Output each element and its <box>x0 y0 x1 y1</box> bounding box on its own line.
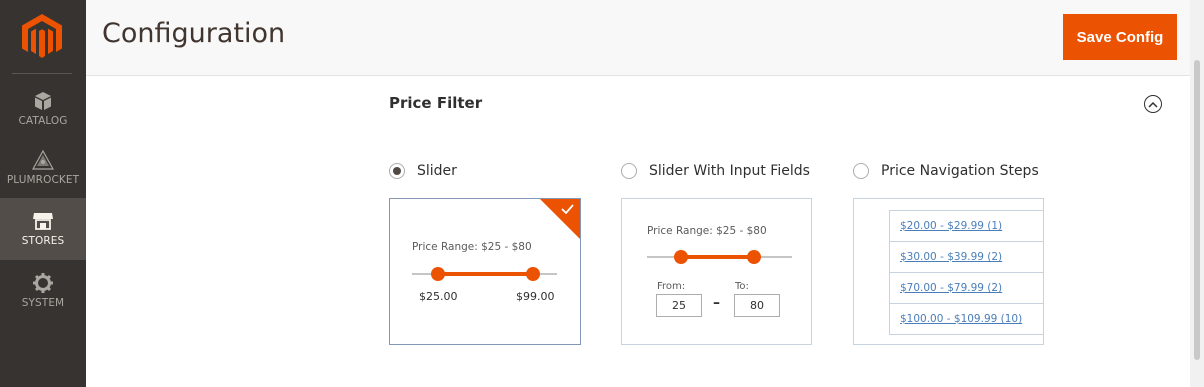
option-slider-with-input-fields[interactable]: Slider With Input Fields <box>621 163 810 179</box>
slider-max-handle <box>747 250 761 264</box>
radio-button[interactable] <box>389 163 405 179</box>
sidebar-item-plumrocket[interactable]: PLUMROCKET <box>0 137 86 199</box>
option-price-navigation-steps[interactable]: Price Navigation Steps <box>853 163 1039 179</box>
selected-corner-badge <box>540 199 580 239</box>
plumrocket-icon <box>32 149 54 170</box>
option-slider[interactable]: Slider <box>389 163 457 179</box>
price-steps-list: $20.00 - $29.99 (1) $30.00 - $39.99 (2) … <box>889 210 1043 335</box>
sidebar-item-catalog[interactable]: CATALOG <box>0 78 86 140</box>
slider-range <box>681 255 754 259</box>
to-label: To: <box>735 281 749 292</box>
radio-button[interactable] <box>621 163 637 179</box>
section-title: Price Filter <box>389 94 483 112</box>
price-step-link: $100.00 - $109.99 (10) <box>900 313 1023 325</box>
chevron-up-icon <box>1148 101 1158 108</box>
sidebar-item-label: CATALOG <box>18 115 68 127</box>
option-label: Price Navigation Steps <box>881 163 1039 179</box>
sidebar-item-stores[interactable]: STORES <box>0 198 86 260</box>
sidebar-divider <box>12 73 72 74</box>
preview-card-slider[interactable]: Price Range: $25 - $80 $25.00 $99.00 <box>389 198 581 345</box>
slider-min-handle <box>674 250 688 264</box>
sidebar-item-label: SYSTEM <box>21 297 65 309</box>
slider-min-handle <box>431 267 445 281</box>
page-header: Configuration Save Config <box>86 0 1190 76</box>
scrollbar-thumb[interactable] <box>1194 60 1200 360</box>
radio-button[interactable] <box>853 163 869 179</box>
sidebar-item-label: PLUMROCKET <box>6 174 80 186</box>
range-dash: – <box>713 295 720 311</box>
preview-card-price-steps[interactable]: $20.00 - $29.99 (1) $30.00 - $39.99 (2) … <box>853 198 1044 345</box>
page-title: Configuration <box>102 18 286 49</box>
from-input: 25 <box>656 294 702 317</box>
slider-range <box>438 272 533 276</box>
admin-sidebar: CATALOG PLUMROCKET STORES SYSTEM <box>0 0 86 387</box>
to-input: 80 <box>734 294 780 317</box>
price-step-link: $30.00 - $39.99 (2) <box>890 242 1043 273</box>
store-icon <box>33 213 53 230</box>
sidebar-item-label: STORES <box>21 235 65 247</box>
price-step-link: $20.00 - $29.99 (1) <box>890 211 1043 242</box>
option-label: Slider <box>417 163 457 179</box>
checkmark-icon <box>561 204 574 214</box>
save-config-button[interactable]: Save Config <box>1063 14 1177 60</box>
collapse-section-button[interactable] <box>1144 95 1162 113</box>
price-step-link: $70.00 - $79.99 (2) <box>890 273 1043 304</box>
slider-min-value: $25.00 <box>419 290 458 303</box>
slider-max-value: $99.00 <box>516 290 555 303</box>
price-range-label: Price Range: $25 - $80 <box>647 225 767 237</box>
cube-icon <box>35 92 51 110</box>
slider-max-handle <box>526 267 540 281</box>
sidebar-item-system[interactable]: SYSTEM <box>0 260 86 322</box>
option-label: Slider With Input Fields <box>649 163 810 179</box>
price-range-label: Price Range: $25 - $80 <box>412 241 532 253</box>
gear-icon <box>33 273 53 293</box>
magento-logo-icon[interactable] <box>22 14 62 60</box>
preview-card-slider-input[interactable]: Price Range: $25 - $80 From: To: 25 – 80 <box>621 198 812 345</box>
from-label: From: <box>657 281 686 292</box>
